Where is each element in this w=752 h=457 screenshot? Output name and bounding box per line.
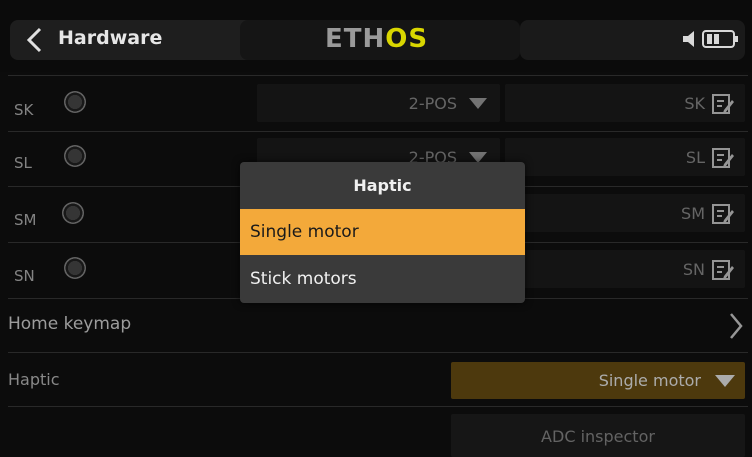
brand-logo-prefix: ETH xyxy=(325,24,386,54)
battery-icon xyxy=(702,30,738,48)
page-title: Hardware xyxy=(58,27,163,49)
brand-logo: ETHOS xyxy=(325,24,428,54)
popup-title: Haptic xyxy=(353,176,412,195)
speaker-icon[interactable] xyxy=(682,29,700,49)
popup-option-stick-motors[interactable]: Stick motors xyxy=(240,256,525,302)
hardware-screen: Hardware ETHOS SK 2-POS SK SL 2-POS SL S… xyxy=(0,0,752,457)
chevron-left-icon[interactable] xyxy=(24,26,46,54)
popup-option-label: Stick motors xyxy=(250,269,357,289)
haptic-popup: Haptic Single motor Stick motors xyxy=(240,162,525,303)
header-bar: Hardware ETHOS xyxy=(0,0,752,72)
popup-option-label: Single motor xyxy=(250,222,359,242)
popup-option-single-motor[interactable]: Single motor xyxy=(240,209,525,255)
brand-logo-accent: OS xyxy=(385,24,429,54)
